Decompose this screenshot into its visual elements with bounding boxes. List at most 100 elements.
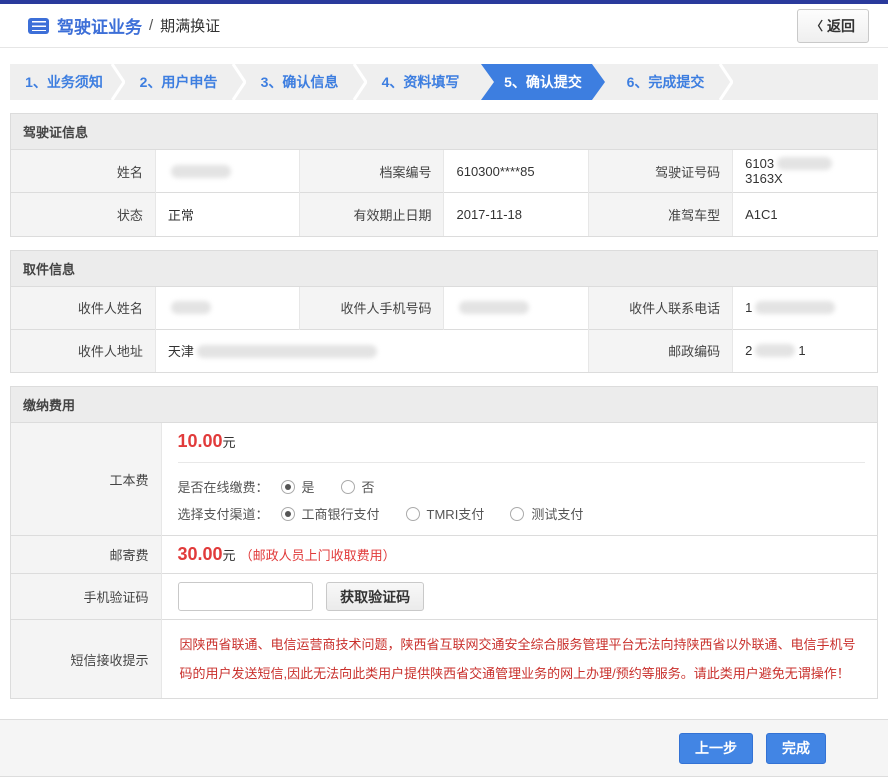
online-pay-row: 是否在线缴费： 是 否 (178, 473, 866, 500)
status-label: 状态 (11, 193, 155, 236)
table-row: 工本费 10.00元 是否在线缴费： 是 否 选择支付渠道： 工商银行支付 TM… (11, 423, 877, 536)
license-number-label: 驾驶证号码 (588, 150, 732, 193)
page-header: 驾驶证业务 / 期满换证 〈 返回 (0, 4, 888, 48)
get-code-button[interactable]: 获取验证码 (326, 582, 424, 611)
production-fee-label: 工本费 (11, 423, 161, 536)
license-number-prefix: 6103 (745, 156, 774, 171)
step-separator (719, 64, 733, 100)
radio-unselected-icon[interactable] (341, 480, 355, 494)
step-label: 6、完成提交 (627, 72, 705, 92)
redaction-blur (777, 157, 832, 170)
expiry-date-label: 有效期止日期 (300, 193, 444, 236)
production-fee-amount-line: 10.00元 (178, 431, 866, 452)
file-number-label: 档案编号 (300, 150, 444, 193)
recipient-address-prefix: 天津 (168, 344, 194, 359)
footer-action-bar: 上一步 完成 (0, 719, 888, 777)
breadcrumb-divider: / (149, 17, 153, 34)
step-label: 3、确认信息 (261, 72, 339, 92)
pickup-info-table: 收件人姓名 收件人手机号码 收件人联系电话 1 收件人地址 天津 邮政编码 21 (11, 286, 877, 373)
step-1-business-notice: 1、业务须知 (10, 64, 118, 100)
previous-step-button[interactable]: 上一步 (679, 733, 753, 764)
step-2-user-declaration: 2、用户申告 (118, 64, 239, 100)
redaction-blur (755, 344, 795, 357)
postcode-suffix: 1 (798, 343, 805, 358)
postcode-prefix: 2 (745, 343, 752, 358)
table-row: 手机验证码 获取验证码 (11, 574, 877, 620)
sms-code-input[interactable] (178, 582, 313, 611)
online-pay-option-no[interactable]: 否 (341, 477, 375, 496)
redaction-blur (171, 165, 231, 178)
radio-selected-icon[interactable] (281, 480, 295, 494)
license-info-table: 姓名 档案编号 610300****85 驾驶证号码 61033163X 状态 … (11, 149, 877, 236)
vehicle-class-value: A1C1 (733, 193, 877, 236)
finish-button[interactable]: 完成 (766, 733, 826, 764)
pay-channel-label: 选择支付渠道： (178, 504, 269, 523)
sms-notice-text: 因陕西省联通、电信运营商技术问题，陕西省互联网交通安全综合服务管理平台无法向持陕… (178, 628, 866, 690)
name-label: 姓名 (11, 150, 155, 193)
recipient-mobile-label: 收件人手机号码 (300, 286, 444, 329)
license-section-title: 驾驶证信息 (11, 114, 877, 149)
mail-fee-unit: 元 (223, 548, 236, 563)
recipient-phone-label: 收件人联系电话 (588, 286, 732, 329)
channel-option-tmri[interactable]: TMRI支付 (406, 504, 485, 523)
sms-code-cell: 获取验证码 (161, 574, 877, 620)
radio-option-label: 测试支付 (531, 504, 583, 523)
mail-fee-label: 邮寄费 (11, 536, 161, 574)
table-row: 收件人姓名 收件人手机号码 收件人联系电话 1 (11, 286, 877, 329)
radio-selected-icon[interactable] (281, 507, 295, 521)
file-number-value: 610300****85 (444, 150, 588, 193)
license-info-section: 驾驶证信息 姓名 档案编号 610300****85 驾驶证号码 6103316… (10, 113, 878, 237)
license-number-suffix: 3163X (745, 171, 783, 186)
breadcrumb-current: 期满换证 (160, 15, 220, 36)
production-fee-cell: 10.00元 是否在线缴费： 是 否 选择支付渠道： 工商银行支付 TMRI支付… (161, 423, 877, 536)
page-title: 驾驶证业务 (57, 13, 142, 38)
table-row: 短信接收提示 因陕西省联通、电信运营商技术问题，陕西省互联网交通安全综合服务管理… (11, 620, 877, 699)
recipient-mobile-value-masked (444, 286, 588, 329)
step-5-confirm-submit-active: 5、确认提交 (481, 64, 605, 100)
radio-unselected-icon[interactable] (406, 507, 420, 521)
redaction-blur (171, 301, 211, 314)
mail-fee-cell: 30.00元 （邮政人员上门收取费用） (161, 536, 877, 574)
postcode-value: 21 (733, 329, 877, 372)
back-button[interactable]: 〈 返回 (797, 9, 869, 43)
name-value-masked (155, 150, 299, 193)
mail-fee-amount: 30.00 (178, 544, 223, 564)
online-pay-option-yes[interactable]: 是 (281, 477, 315, 496)
postcode-label: 邮政编码 (588, 329, 732, 372)
pickup-info-section: 取件信息 收件人姓名 收件人手机号码 收件人联系电话 1 收件人地址 天津 邮政… (10, 250, 878, 374)
production-fee-unit: 元 (223, 435, 236, 450)
redaction-blur (755, 301, 835, 314)
status-value: 正常 (155, 193, 299, 236)
channel-option-test[interactable]: 测试支付 (510, 504, 583, 523)
recipient-address-label: 收件人地址 (11, 329, 155, 372)
fee-divider (178, 462, 866, 463)
chevron-left-icon: 〈 (811, 17, 823, 34)
recipient-phone-prefix: 1 (745, 300, 752, 315)
radio-unselected-icon[interactable] (510, 507, 524, 521)
expiry-date-value: 2017-11-18 (444, 193, 588, 236)
license-number-value: 61033163X (733, 150, 877, 193)
channel-option-icbc[interactable]: 工商银行支付 (281, 504, 380, 523)
radio-option-label: 工商银行支付 (302, 504, 380, 523)
radio-option-label: TMRI支付 (427, 504, 485, 523)
recipient-name-label: 收件人姓名 (11, 286, 155, 329)
vehicle-class-label: 准驾车型 (588, 193, 732, 236)
sms-notice-cell: 因陕西省联通、电信运营商技术问题，陕西省互联网交通安全综合服务管理平台无法向持陕… (161, 620, 877, 699)
radio-option-label: 是 (302, 477, 315, 496)
card-list-icon (28, 18, 49, 34)
step-label: 2、用户申告 (140, 72, 218, 92)
step-label: 4、资料填写 (382, 72, 460, 92)
fees-section: 缴纳费用 工本费 10.00元 是否在线缴费： 是 否 选择支付渠道： 工商银行… (10, 386, 878, 699)
redaction-blur (197, 345, 377, 358)
step-label: 1、业务须知 (25, 72, 103, 92)
step-bar-filler (726, 64, 878, 100)
fees-table: 工本费 10.00元 是否在线缴费： 是 否 选择支付渠道： 工商银行支付 TM… (11, 422, 877, 698)
fees-section-title: 缴纳费用 (11, 387, 877, 422)
step-4-fill-material: 4、资料填写 (360, 64, 481, 100)
step-6-finish-submit: 6、完成提交 (605, 64, 726, 100)
mail-fee-note: （邮政人员上门收取费用） (240, 548, 396, 563)
online-pay-label: 是否在线缴费： (178, 477, 269, 496)
recipient-phone-value: 1 (733, 286, 877, 329)
production-fee-amount: 10.00 (178, 431, 223, 451)
redaction-blur (459, 301, 529, 314)
